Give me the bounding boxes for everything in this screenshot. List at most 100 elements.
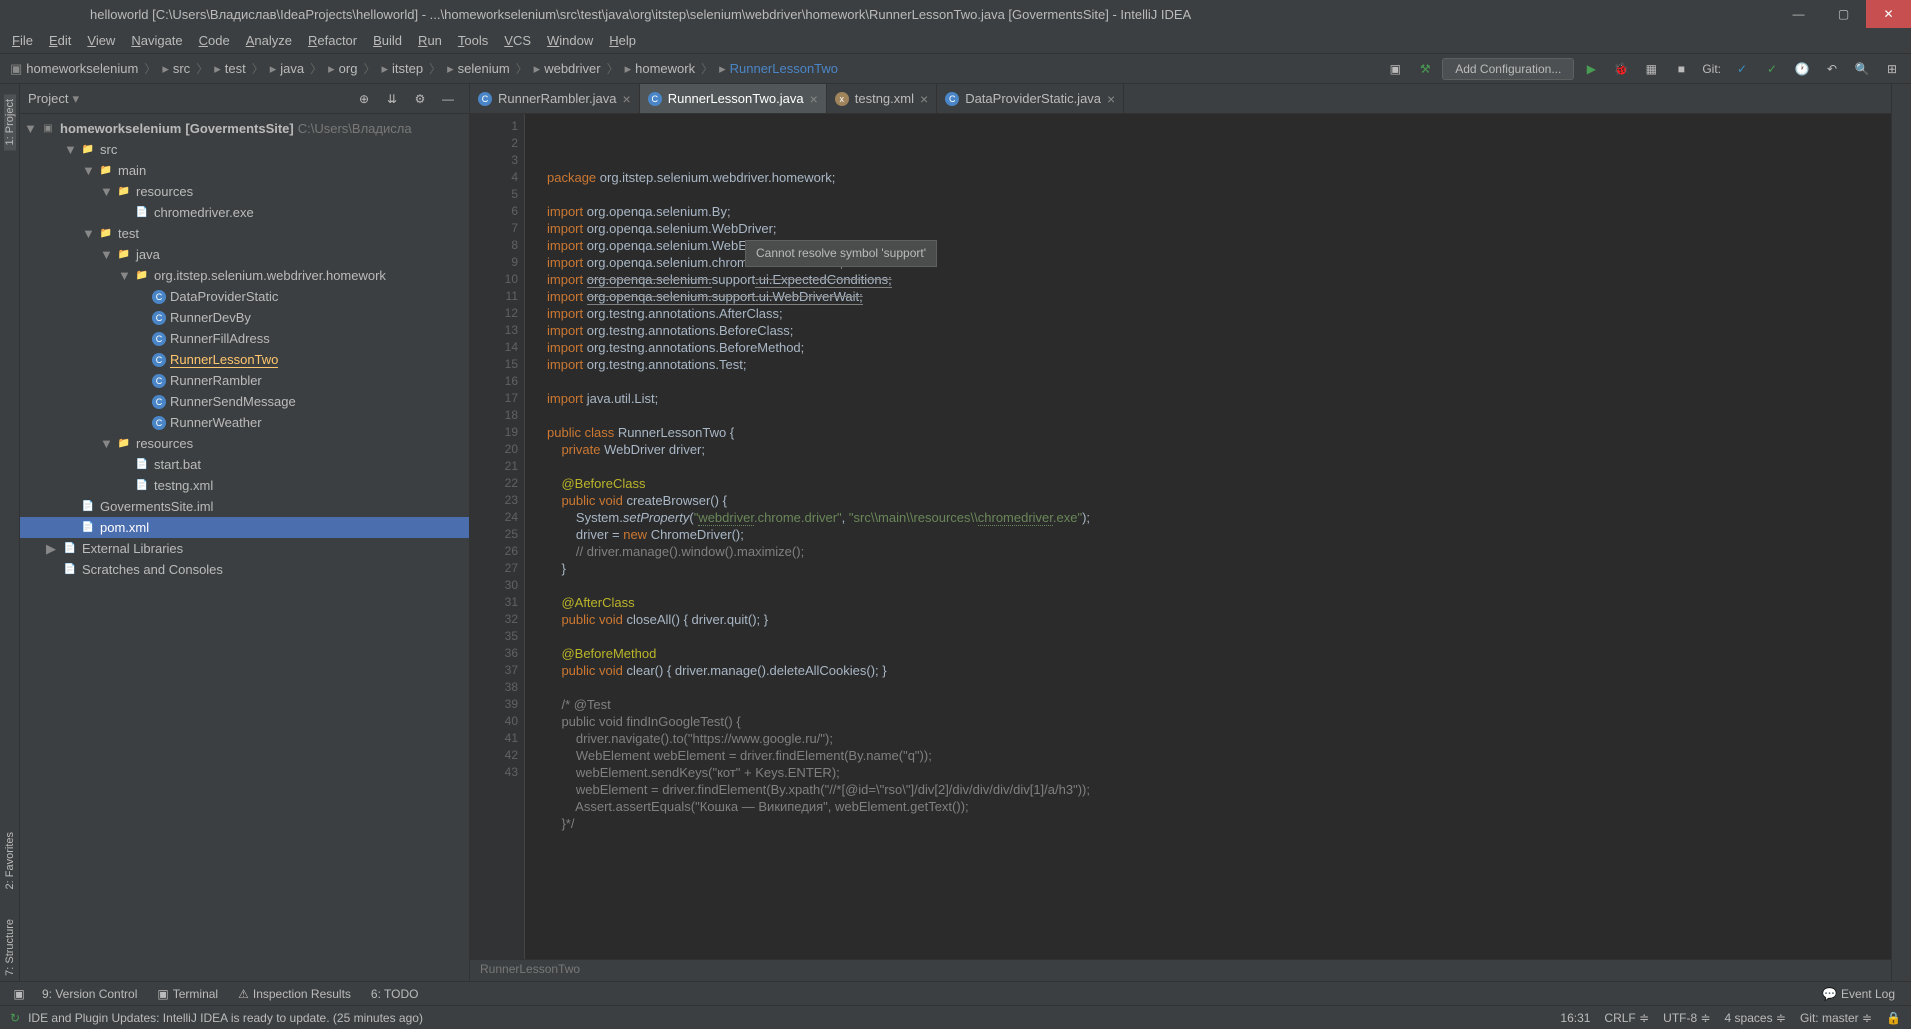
line-number[interactable]: 18 (470, 407, 518, 424)
revert-icon[interactable]: ↶ (1819, 56, 1845, 82)
tree-item[interactable]: 📄pom.xml (20, 517, 469, 538)
line-number[interactable]: 3 (470, 152, 518, 169)
line-number[interactable]: 4 (470, 169, 518, 186)
line-number[interactable]: 9 (470, 254, 518, 271)
breadcrumb-item[interactable]: ▸ org (324, 59, 361, 79)
line-number[interactable]: 27 (470, 560, 518, 577)
code-line[interactable]: } (547, 560, 1883, 577)
tree-item[interactable]: CRunnerRambler (20, 370, 469, 391)
line-number[interactable]: 17 (470, 390, 518, 407)
tree-item[interactable]: ▼📁java (20, 244, 469, 265)
menu-code[interactable]: Code (191, 30, 238, 51)
line-number[interactable]: 14 (470, 339, 518, 356)
code-line[interactable]: driver = new ChromeDriver(); (547, 526, 1883, 543)
code-line[interactable] (547, 679, 1883, 696)
code-line[interactable]: /* @Test (547, 696, 1883, 713)
git-update-icon[interactable]: ✓ (1729, 56, 1755, 82)
add-configuration-button[interactable]: Add Configuration... (1442, 58, 1574, 80)
line-number[interactable]: 10 (470, 271, 518, 288)
project-structure-icon[interactable]: ⊞ (1879, 56, 1905, 82)
close-icon[interactable]: × (810, 91, 818, 107)
breadcrumb-item[interactable]: ▸ homework (621, 59, 700, 79)
tree-item[interactable]: CRunnerWeather (20, 412, 469, 433)
code-area[interactable]: Cannot resolve symbol 'support' package … (539, 114, 1891, 959)
line-number[interactable]: 43 (470, 764, 518, 781)
code-line[interactable]: import org.openqa.selenium.WebDriver; (547, 220, 1883, 237)
code-line[interactable]: import java.util.List; (547, 390, 1883, 407)
line-separator[interactable]: CRLF ≑ (1604, 1011, 1649, 1025)
code-line[interactable]: @BeforeMethod (547, 645, 1883, 662)
coverage-icon[interactable]: ▦ (1638, 56, 1664, 82)
code-line[interactable]: package org.itstep.selenium.webdriver.ho… (547, 169, 1883, 186)
event-log-tool[interactable]: 💬 Event Log (1812, 987, 1905, 1001)
menu-build[interactable]: Build (365, 30, 410, 51)
code-line[interactable]: webElement.sendKeys("кот" + Keys.ENTER); (547, 764, 1883, 781)
line-number[interactable]: 31 (470, 594, 518, 611)
line-number[interactable]: 2 (470, 135, 518, 152)
left-tool-favorites[interactable]: 2: Favorites (4, 827, 16, 894)
code-line[interactable]: import org.testng.annotations.BeforeMeth… (547, 339, 1883, 356)
code-line[interactable] (547, 458, 1883, 475)
hammer-icon[interactable]: ⚒ (1412, 56, 1438, 82)
maximize-button[interactable]: ▢ (1821, 0, 1866, 28)
line-number[interactable]: 1 (470, 118, 518, 135)
line-number[interactable]: 42 (470, 747, 518, 764)
menu-view[interactable]: View (79, 30, 123, 51)
line-number[interactable]: 12 (470, 305, 518, 322)
line-number[interactable]: 23 (470, 492, 518, 509)
editor-breadcrumb[interactable]: RunnerLessonTwo (470, 959, 1891, 981)
git-commit-icon[interactable]: ✓ (1759, 56, 1785, 82)
tree-item[interactable]: CRunnerSendMessage (20, 391, 469, 412)
todo-tool[interactable]: 6: TODO (361, 987, 429, 1001)
terminal-tool[interactable]: ▣ Terminal (147, 987, 228, 1001)
code-line[interactable]: driver.navigate().to("https://www.google… (547, 730, 1883, 747)
tree-item[interactable]: 📄Scratches and Consoles (20, 559, 469, 580)
tree-arrow-icon[interactable]: ▼ (118, 268, 130, 283)
code-line[interactable]: System.setProperty("webdriver.chrome.dri… (547, 509, 1883, 526)
inspection-tool[interactable]: ⚠ Inspection Results (228, 987, 361, 1001)
tree-item[interactable]: CRunnerDevBy (20, 307, 469, 328)
code-line[interactable]: public void closeAll() { driver.quit(); … (547, 611, 1883, 628)
code-line[interactable]: @BeforeClass (547, 475, 1883, 492)
tree-item[interactable]: ▶📄External Libraries (20, 538, 469, 559)
line-number[interactable]: 36 (470, 645, 518, 662)
menu-file[interactable]: File (4, 30, 41, 51)
version-control-tool[interactable]: 9: Version Control (32, 987, 147, 1001)
close-icon[interactable]: × (1107, 91, 1115, 107)
tree-item[interactable]: 📄start.bat (20, 454, 469, 475)
breadcrumb-item[interactable]: ▸ itstep (377, 59, 427, 79)
locate-icon[interactable]: ⊕ (351, 86, 377, 112)
editor-tab[interactable]: CRunnerRambler.java× (470, 84, 640, 113)
code-line[interactable] (547, 186, 1883, 203)
code-line[interactable]: webElement = driver.findElement(By.xpath… (547, 781, 1883, 798)
close-icon[interactable]: × (920, 91, 928, 107)
file-encoding[interactable]: UTF-8 ≑ (1663, 1011, 1710, 1025)
tree-root[interactable]: ▼ ▣ homeworkselenium [GovermentsSite] C:… (20, 118, 469, 139)
tree-item[interactable]: CDataProviderStatic (20, 286, 469, 307)
line-number[interactable]: 38 (470, 679, 518, 696)
debug-icon[interactable]: 🐞 (1608, 56, 1634, 82)
code-line[interactable]: Assert.assertEquals("Кошка — Википедия",… (547, 798, 1883, 815)
update-indicator-icon[interactable]: ↻ (10, 1011, 20, 1025)
build-icon[interactable]: ▣ (1382, 56, 1408, 82)
tree-arrow-icon[interactable]: ▶ (46, 541, 58, 557)
tree-item[interactable]: CRunnerLessonTwo (20, 349, 469, 370)
code-line[interactable] (547, 407, 1883, 424)
line-number[interactable]: 25 (470, 526, 518, 543)
code-line[interactable]: private WebDriver driver; (547, 441, 1883, 458)
line-number[interactable]: 24 (470, 509, 518, 526)
code-line[interactable]: import org.openqa.selenium.By; (547, 203, 1883, 220)
run-icon[interactable]: ▶ (1578, 56, 1604, 82)
search-icon[interactable]: 🔍 (1849, 56, 1875, 82)
code-line[interactable]: import org.openqa.selenium.support.ui.We… (547, 288, 1883, 305)
line-number[interactable]: 15 (470, 356, 518, 373)
breadcrumb-item[interactable]: ▸ src (158, 59, 194, 79)
breadcrumb-item[interactable]: ▸ java (266, 59, 308, 79)
tree-item[interactable]: ▼📁src (20, 139, 469, 160)
code-line[interactable]: }*/ (547, 815, 1883, 832)
menu-vcs[interactable]: VCS (496, 30, 539, 51)
line-number[interactable]: 32 (470, 611, 518, 628)
tree-arrow-icon[interactable]: ▼ (100, 247, 112, 262)
history-icon[interactable]: 🕐 (1789, 56, 1815, 82)
line-number[interactable]: 8 (470, 237, 518, 254)
